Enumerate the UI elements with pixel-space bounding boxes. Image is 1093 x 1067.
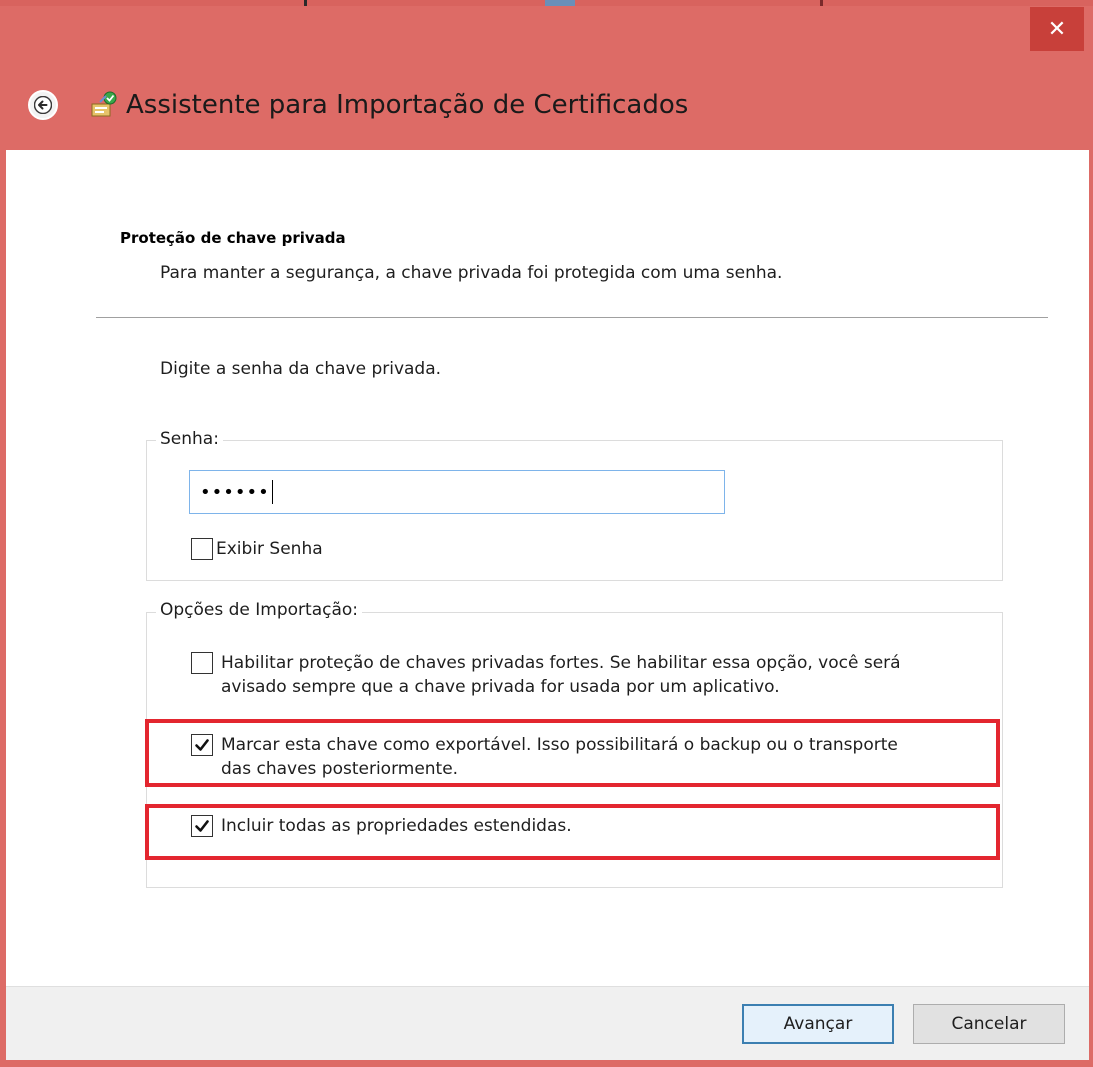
show-password-checkbox[interactable] <box>191 538 213 560</box>
option-text-line: das chaves posteriormente. <box>221 759 459 779</box>
close-icon: ✕ <box>1047 16 1067 42</box>
close-button[interactable]: ✕ <box>1030 7 1084 51</box>
checkmark-icon <box>195 820 209 832</box>
extended-properties-checkbox[interactable] <box>191 815 213 837</box>
section-title: Proteção de chave privada <box>120 229 346 247</box>
section-description: Para manter a segurança, a chave privada… <box>160 263 783 283</box>
strong-protection-label[interactable]: Habilitar proteção de chaves privadas fo… <box>221 651 901 699</box>
strip-mark <box>820 0 823 6</box>
option-text-line: Marcar esta chave como exportável. Isso … <box>221 735 898 755</box>
password-value: •••••• <box>200 481 270 503</box>
next-button[interactable]: Avançar <box>742 1004 894 1044</box>
window-title: Assistente para Importação de Certificad… <box>126 90 689 120</box>
option-text-line: Habilitar proteção de chaves privadas fo… <box>221 653 901 673</box>
strong-protection-checkbox[interactable] <box>191 652 213 674</box>
back-arrow-icon <box>34 96 52 114</box>
show-password-label[interactable]: Exibir Senha <box>216 537 323 561</box>
option-text-line: avisado sempre que a chave privada for u… <box>221 677 780 697</box>
extended-properties-label[interactable]: Incluir todas as propriedades estendidas… <box>221 814 572 838</box>
certificate-wizard-icon <box>91 91 117 117</box>
taskbar-strip <box>0 0 1093 6</box>
strip-mark <box>545 0 575 6</box>
title-row: Assistente para Importação de Certificad… <box>28 80 688 130</box>
strip-mark <box>304 0 307 6</box>
header-divider <box>96 317 1048 318</box>
password-prompt: Digite a senha da chave privada. <box>160 359 442 379</box>
password-input[interactable]: •••••• <box>189 470 725 514</box>
exportable-label[interactable]: Marcar esta chave como exportável. Isso … <box>221 733 898 781</box>
checkmark-icon <box>195 739 209 751</box>
back-button[interactable] <box>28 90 58 120</box>
exportable-checkbox[interactable] <box>191 734 213 756</box>
import-options-legend: Opções de Importação: <box>156 600 363 620</box>
cancel-button[interactable]: Cancelar <box>913 1004 1065 1044</box>
text-caret <box>271 480 273 504</box>
password-group-legend: Senha: <box>156 429 223 449</box>
